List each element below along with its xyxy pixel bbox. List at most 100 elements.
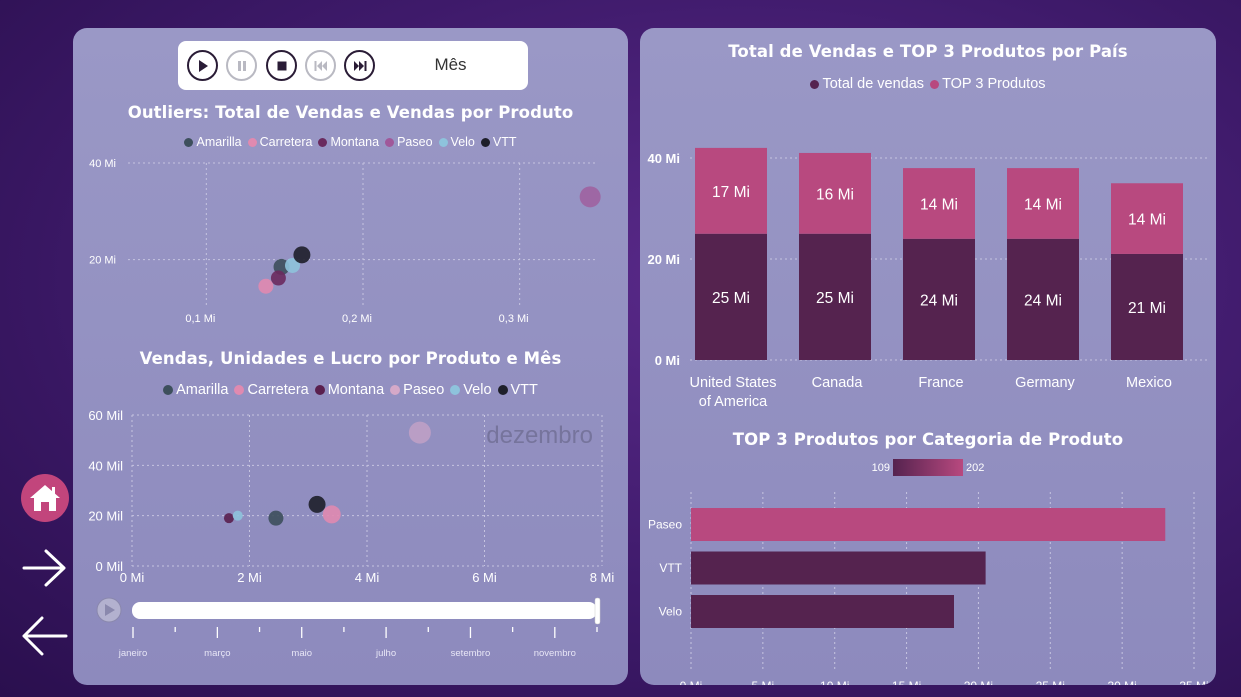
timeline-month-label: janeiro (118, 648, 148, 659)
scatter1-legend: Amarilla Carretera Montana Paseo Velo VTT (73, 135, 628, 149)
home-icon (30, 485, 60, 511)
category-label: Canada (812, 375, 864, 391)
category-label: of America (699, 394, 768, 410)
scatter1-title: Outliers: Total de Vendas e Vendas por P… (127, 103, 574, 122)
x-tick-label: 20 Mi (964, 679, 993, 685)
legend-marker (810, 79, 820, 89)
category-label: France (918, 375, 963, 391)
data-label: 21 Mi (1128, 300, 1166, 317)
home-button[interactable] (21, 474, 69, 522)
category-label: United States (689, 375, 776, 391)
data-label: 24 Mi (1024, 292, 1062, 309)
scatter-point-vtt (293, 246, 311, 264)
x-tick-label: 35 Mi (1179, 679, 1208, 685)
legend-item[interactable]: VTT (480, 135, 517, 149)
legend-item[interactable]: Velo (450, 382, 492, 398)
timeline-month-label: setembro (451, 648, 491, 659)
hbar[interactable] (691, 551, 986, 585)
x-tick-label: 2 Mi (237, 570, 262, 585)
play-icon (198, 59, 208, 72)
hbar[interactable] (691, 508, 1166, 541)
legend-label: Montana (327, 382, 385, 398)
legend-label: Carretera (259, 135, 313, 149)
legend-marker (930, 79, 940, 89)
scatter2-title: Vendas, Unidades e Lucro por Produto e M… (139, 349, 562, 368)
scatter-point-montana (223, 513, 234, 524)
hbar[interactable] (691, 595, 954, 628)
x-tick-label: 30 Mi (1107, 679, 1136, 685)
scatter-point-carretera (258, 278, 274, 294)
stacked-bar-chart[interactable]: 40 Mi 20 Mi 0 Mi 25 Mi 17 Mi United States of … (640, 98, 1216, 418)
data-label: 14 Mi (920, 196, 958, 213)
x-tick-label: 0,3 Mi (499, 313, 529, 325)
legend-label: Amarilla (176, 382, 229, 398)
x-tick-label: 0 Mi (680, 679, 703, 685)
bar-chart-title: Total de Vendas e TOP 3 Produtos por Paí… (728, 42, 1128, 61)
y-tick-label: 20 Mil (88, 509, 123, 524)
x-tick-label: 0 Mi (120, 570, 145, 585)
x-tick-label: 0,2 Mi (342, 313, 372, 325)
timeline-slider-track[interactable] (132, 602, 597, 619)
timeline-month-label: novembro (534, 648, 576, 659)
legend-item[interactable]: Amarilla (163, 382, 228, 398)
previous-button[interactable] (305, 50, 336, 81)
hbar-chart-title: TOP 3 Produtos por Categoria de Produto (732, 430, 1124, 449)
legend-label: TOP 3 Produtos (942, 76, 1046, 92)
horizontal-bar-chart[interactable]: 109 202 0 Mi 5 Mi 10 Mi 15 Mi 20 Mi 25 Mi 30 Mi 3… (640, 454, 1216, 685)
scatter1-chart[interactable]: 40 Mi 20 Mi 0,1 Mi 0,2 Mi 0,3 Mi (73, 153, 628, 333)
legend-label: Montana (330, 135, 380, 149)
x-tick-label: 4 Mi (355, 570, 380, 585)
scatter-point-paseo (579, 186, 601, 208)
scatter-point-paseo (408, 421, 431, 444)
legend-item[interactable]: Amarilla (184, 135, 242, 149)
data-label: 17 Mi (712, 184, 750, 201)
legend-label: Paseo (397, 135, 433, 149)
legend-label: Velo (450, 135, 475, 149)
scatter-point-montana (270, 270, 286, 286)
arrow-right-icon[interactable] (22, 548, 68, 588)
arrow-left-icon[interactable] (20, 615, 68, 657)
legend-item[interactable]: Velo (438, 135, 475, 149)
data-label: 25 Mi (816, 290, 854, 307)
slider-play-button[interactable] (96, 597, 122, 623)
timeline-slider-thumb[interactable] (594, 597, 601, 625)
skip-back-icon (314, 60, 327, 71)
data-label: 16 Mi (816, 186, 854, 203)
color-scale-bar (893, 459, 963, 476)
y-tick-label: 0 Mi (655, 353, 680, 368)
legend-label: VTT (492, 135, 517, 149)
legend-item[interactable]: VTT (497, 382, 538, 398)
legend-marker (314, 385, 325, 395)
legend-item[interactable]: TOP 3 Produtos (930, 76, 1046, 92)
legend-label: Amarilla (196, 135, 242, 149)
legend-marker (480, 137, 490, 147)
legend-item[interactable]: Total de vendas (810, 76, 924, 92)
legend-item[interactable]: Carretera (234, 382, 309, 398)
y-tick-label: 20 Mi (647, 252, 680, 267)
y-tick-label: 40 Mi (89, 158, 116, 170)
legend-item[interactable]: Montana (314, 382, 385, 398)
legend-item[interactable]: Carretera (247, 135, 313, 149)
legend-item[interactable]: Paseo (390, 382, 444, 398)
legend-marker (450, 385, 461, 395)
next-button[interactable] (344, 50, 375, 81)
legend-item[interactable]: Montana (318, 135, 379, 149)
legend-item[interactable]: Paseo (385, 135, 433, 149)
right-panel: Total de Vendas e TOP 3 Produtos por Paí… (640, 28, 1216, 685)
scatter-point-vtt (308, 495, 326, 513)
data-label: 24 Mi (920, 292, 958, 309)
play-axis-controls: Mês (178, 41, 528, 90)
legend-label: VTT (510, 382, 538, 398)
pause-button[interactable] (226, 50, 257, 81)
scatter-point-carretera (322, 505, 341, 524)
play-button[interactable] (187, 50, 218, 81)
scatter2-chart[interactable]: 60 Mil40 Mil20 Mil0 Mil0 Mi 2 Mi 4 Mi 6 Mi 8… (73, 398, 628, 685)
category-label: VTT (659, 561, 682, 575)
legend-marker (184, 137, 194, 147)
timeline-month-label: março (204, 648, 230, 659)
x-tick-label: 6 Mi (472, 570, 497, 585)
play-axis-field-label: Mês (434, 55, 467, 74)
bar-chart-legend: Total de vendas TOP 3 Produtos (640, 76, 1216, 92)
stop-button[interactable] (266, 50, 297, 81)
color-scale-min: 109 (872, 462, 890, 474)
